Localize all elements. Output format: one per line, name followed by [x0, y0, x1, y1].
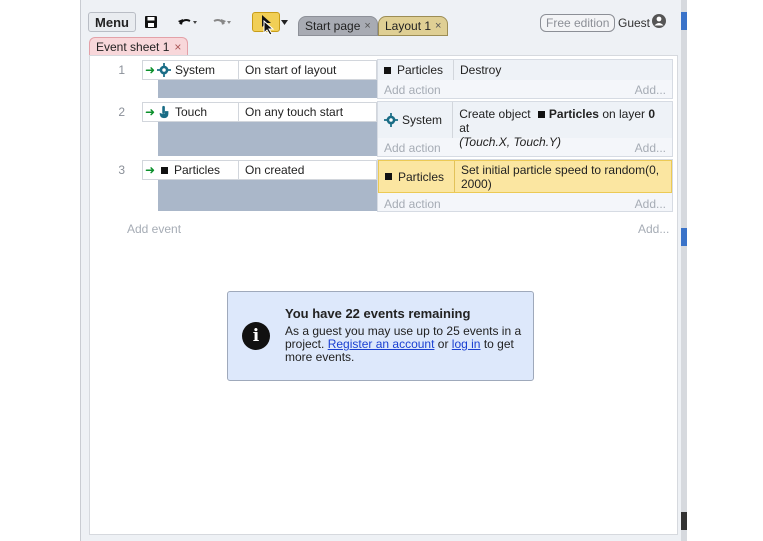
add-more-link[interactable]: Add... [635, 141, 666, 155]
condition-object-name: Touch [175, 105, 208, 119]
touch-icon [159, 105, 169, 119]
action-object[interactable]: Particles [378, 60, 454, 80]
condition-object[interactable]: Touch [157, 103, 239, 121]
condition-block[interactable] [158, 80, 377, 98]
menu-button[interactable]: Menu [88, 12, 136, 32]
action-object[interactable]: System [378, 102, 454, 138]
info-icon: i [242, 322, 270, 350]
notice-title: You have 22 events remaining [285, 306, 471, 321]
tab-layout-1[interactable]: Layout 1 × [378, 16, 449, 36]
condition-row[interactable]: ➜ Particles On created [142, 160, 377, 180]
action-row[interactable]: System Create object Particles on layer … [378, 102, 672, 149]
tab-label: Start page [305, 19, 361, 33]
events-remaining-notice: i You have 22 events remaining As a gues… [227, 291, 534, 381]
close-icon[interactable]: × [435, 20, 441, 32]
panel-marker [681, 512, 687, 530]
event-number: 1 [118, 63, 125, 77]
square-icon [385, 173, 392, 180]
event-number: 3 [118, 163, 125, 177]
condition-object-name: System [175, 63, 216, 77]
redo-icon [213, 19, 231, 25]
tab-label: Layout 1 [385, 19, 432, 33]
square-icon [161, 166, 168, 174]
tab-event-sheet-1[interactable]: Event sheet 1 × [89, 37, 189, 56]
event-number: 2 [118, 105, 125, 119]
condition-text[interactable]: On any touch start [239, 105, 343, 119]
square-icon [537, 111, 545, 118]
trigger-arrow-icon: ➜ [144, 63, 156, 77]
save-icon [145, 16, 157, 28]
caret-down-icon [280, 19, 288, 25]
action-text[interactable]: Create object Particles on layer 0 at (T… [453, 102, 672, 149]
select-tool-dropdown[interactable] [278, 12, 290, 32]
add-action-link[interactable]: Add action [384, 197, 441, 211]
action-area[interactable]: Particles Destroy Add action Add... [377, 59, 673, 99]
panel-marker [681, 12, 687, 30]
action-object[interactable]: Particles [379, 161, 455, 192]
undo-button[interactable] [172, 12, 202, 32]
right-scroll-strip[interactable] [681, 0, 687, 541]
action-text[interactable]: Set initial particle speed to random(0, … [455, 161, 667, 192]
action-row[interactable]: Particles Set initial particle speed to … [378, 160, 672, 193]
gear-icon [157, 63, 171, 77]
main-toolbar: Menu Start page × Layout 1 × Free editio… [88, 10, 678, 36]
condition-row[interactable]: ➜ System On start of layout [142, 60, 377, 80]
free-edition-badge[interactable]: Free edition [540, 14, 616, 32]
notice-body: As a guest you may use up to 25 events i… [285, 324, 522, 364]
gear-icon [384, 113, 398, 127]
close-icon[interactable]: × [364, 20, 370, 32]
panel-marker [681, 228, 687, 246]
register-account-link[interactable]: Register an account [328, 337, 435, 351]
trigger-arrow-icon: ➜ [144, 163, 156, 177]
action-area[interactable]: Particles Set initial particle speed to … [377, 159, 673, 212]
condition-object-name: Particles [174, 163, 221, 177]
condition-object[interactable]: System [157, 61, 239, 79]
mouse-pointer-icon [263, 20, 275, 36]
condition-text[interactable]: On created [239, 163, 304, 177]
condition-row[interactable]: ➜ Touch On any touch start [142, 102, 377, 122]
condition-block[interactable] [158, 122, 377, 156]
log-in-link[interactable]: log in [452, 337, 481, 351]
tab-label: Event sheet 1 [96, 40, 170, 54]
add-event-link[interactable]: Add event [127, 222, 181, 236]
user-avatar-icon[interactable] [652, 14, 666, 28]
add-more-link[interactable]: Add... [635, 83, 666, 97]
tab-start-page[interactable]: Start page × [298, 16, 378, 36]
save-button[interactable] [139, 12, 163, 32]
action-area[interactable]: System Create object Particles on layer … [377, 101, 673, 157]
close-icon[interactable]: × [174, 40, 181, 54]
action-text[interactable]: Destroy [454, 60, 507, 80]
add-action-link[interactable]: Add action [384, 141, 441, 155]
square-icon [384, 66, 391, 74]
add-more-link[interactable]: Add... [635, 197, 666, 211]
add-event-more-link[interactable]: Add... [638, 222, 669, 236]
condition-object[interactable]: Particles [157, 161, 239, 179]
redo-button[interactable] [206, 12, 236, 32]
action-row[interactable]: Particles Destroy [378, 60, 672, 80]
trigger-arrow-icon: ➜ [144, 105, 156, 119]
undo-icon [178, 19, 197, 25]
condition-text[interactable]: On start of layout [239, 63, 336, 77]
guest-label[interactable]: Guest [618, 16, 650, 30]
condition-block[interactable] [158, 180, 377, 211]
add-action-link[interactable]: Add action [384, 83, 441, 97]
